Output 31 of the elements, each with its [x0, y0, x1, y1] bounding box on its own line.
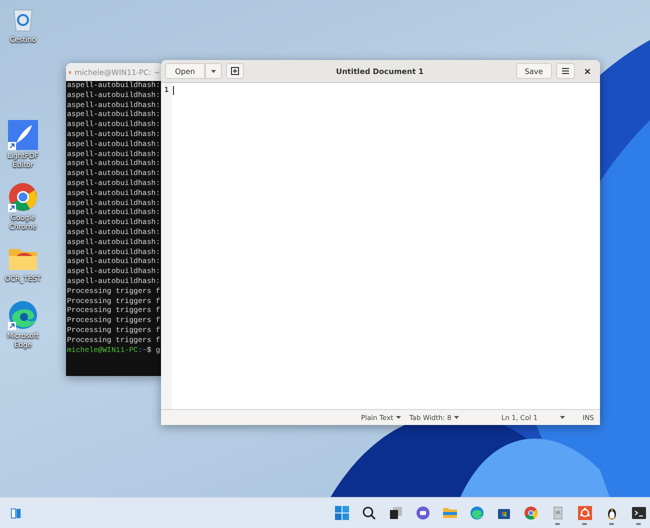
chrome-icon — [8, 182, 38, 212]
edge-icon — [470, 506, 484, 520]
terminal-icon — [632, 506, 646, 520]
dropdown-arrow-icon — [396, 416, 402, 419]
chat-icon — [416, 506, 430, 520]
shortcut-arrow-icon — [8, 322, 16, 330]
edge-icon — [8, 300, 38, 330]
open-menu-button[interactable] — [205, 63, 222, 79]
task-view-icon — [389, 506, 403, 520]
ubuntu-icon — [578, 506, 592, 520]
dropdown-arrow-icon — [560, 416, 565, 419]
close-icon — [585, 68, 590, 74]
chrome-icon — [524, 506, 538, 520]
new-document-icon — [231, 67, 240, 75]
text-cursor — [173, 86, 174, 95]
menu-button[interactable] — [556, 63, 575, 79]
encoding-selector[interactable] — [560, 416, 565, 419]
penguin-icon — [605, 506, 619, 520]
dropdown-arrow-icon — [211, 70, 216, 72]
new-tab-button[interactable] — [226, 63, 244, 79]
feather-icon — [8, 120, 38, 150]
search-icon — [362, 506, 376, 520]
folder-icon — [443, 506, 457, 520]
shortcut-arrow-icon — [8, 204, 16, 212]
cabinet-icon — [551, 506, 565, 520]
shortcut-arrow-icon — [8, 142, 16, 150]
menu-icon — [562, 68, 569, 74]
dropdown-arrow-icon — [454, 416, 460, 419]
store-icon — [497, 506, 511, 520]
widgets-icon[interactable] — [11, 506, 21, 520]
windows-start-icon — [335, 506, 349, 520]
